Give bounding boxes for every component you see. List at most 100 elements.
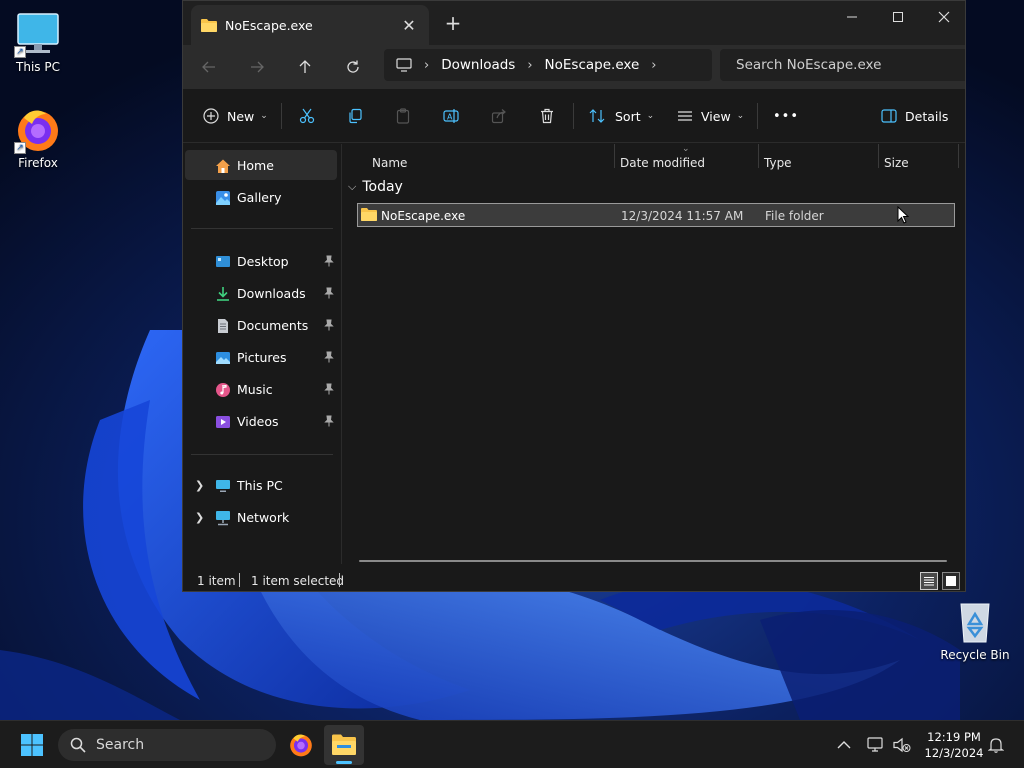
column-divider[interactable] — [958, 144, 959, 168]
download-icon — [215, 286, 231, 302]
tab-noescape[interactable]: NoEscape.exe ✕ — [191, 5, 429, 45]
chevron-right-icon[interactable]: › — [651, 58, 656, 73]
desktop-folder-icon — [215, 254, 231, 270]
notifications-button[interactable] — [986, 735, 1006, 755]
forward-button[interactable] — [245, 55, 269, 79]
search-box[interactable]: Search NoEscape.exe — [720, 49, 965, 81]
close-window-button[interactable] — [921, 1, 965, 33]
new-button[interactable]: New ⌄ — [203, 104, 268, 128]
sidebar-item-label: Videos — [237, 413, 279, 429]
sidebar-item-gallery[interactable]: Gallery — [185, 182, 337, 212]
refresh-button[interactable] — [341, 55, 365, 79]
column-divider[interactable] — [614, 144, 615, 168]
pin-icon[interactable] — [323, 287, 335, 299]
sidebar-item-documents[interactable]: Documents — [185, 310, 337, 340]
copy-button[interactable] — [347, 104, 363, 128]
cut-button[interactable] — [299, 104, 315, 128]
sidebar-item-home[interactable]: Home — [185, 150, 337, 180]
search-input[interactable]: Search NoEscape.exe — [736, 57, 881, 73]
sort-button[interactable]: Sort ⌄ — [589, 104, 654, 128]
horizontal-scrollbar[interactable] — [359, 560, 947, 562]
breadcrumb-noescape[interactable]: NoEscape.exe — [545, 57, 640, 73]
sort-chevron-icon: ⌄ — [682, 144, 690, 154]
speaker-muted-icon — [893, 737, 911, 753]
new-label: New — [227, 108, 255, 124]
desktop-icon-label: Firefox — [18, 156, 58, 170]
file-list: Name ⌄ Date modified Type Size ⌵ Today N… — [341, 144, 965, 564]
firefox-icon: ↗ — [14, 106, 62, 154]
column-header-name[interactable]: Name — [372, 156, 407, 170]
tiles-view-button[interactable] — [942, 572, 960, 590]
chevron-right-icon: › — [424, 57, 430, 73]
column-header-type[interactable]: Type — [764, 156, 792, 170]
sidebar-item-videos[interactable]: Videos — [185, 406, 337, 436]
taskbar-search[interactable]: Search — [58, 729, 276, 761]
paste-button[interactable] — [395, 104, 411, 128]
pin-icon[interactable] — [323, 383, 335, 395]
table-row[interactable]: NoEscape.exe 12/3/2024 11:57 AM File fol… — [357, 203, 955, 227]
breadcrumb-downloads[interactable]: Downloads — [441, 57, 515, 73]
desktop-icon-firefox[interactable]: ↗ Firefox — [0, 106, 76, 170]
taskbar-clock[interactable]: 12:19 PM 12/3/2024 — [916, 729, 992, 761]
share-button[interactable] — [491, 104, 507, 128]
maximize-button[interactable] — [875, 1, 921, 33]
chevron-right-icon[interactable]: › — [527, 58, 532, 73]
pin-icon[interactable] — [323, 415, 335, 427]
sidebar-item-downloads[interactable]: Downloads — [185, 278, 337, 308]
status-divider — [339, 573, 340, 587]
back-button[interactable] — [197, 55, 221, 79]
volume-button[interactable] — [892, 735, 912, 755]
music-icon — [215, 382, 231, 398]
sidebar-item-label: Home — [237, 157, 274, 173]
sidebar-item-desktop[interactable]: Desktop — [185, 246, 337, 276]
taskbar-search-label: Search — [96, 737, 145, 753]
network-status-button[interactable] — [866, 735, 886, 755]
title-bar: NoEscape.exe ✕ + — [183, 1, 965, 45]
delete-button[interactable] — [539, 104, 555, 128]
pin-icon[interactable] — [323, 319, 335, 331]
address-bar[interactable]: › Downloads › NoEscape.exe › — [384, 49, 712, 81]
file-date-modified: 12/3/2024 11:57 AM — [621, 209, 744, 223]
network-icon — [215, 510, 231, 526]
sidebar-item-pictures[interactable]: Pictures — [185, 342, 337, 372]
sidebar-item-music[interactable]: Music — [185, 374, 337, 404]
navigation-bar: › Downloads › NoEscape.exe › Search NoEs… — [183, 45, 965, 89]
rename-button[interactable]: A — [443, 104, 459, 128]
new-tab-button[interactable]: + — [441, 13, 465, 33]
details-view-button[interactable] — [920, 572, 938, 590]
chevron-right-icon[interactable]: ❯ — [195, 479, 204, 492]
clock-date: 12/3/2024 — [924, 746, 984, 760]
start-button[interactable] — [20, 733, 44, 757]
view-label: View — [701, 108, 731, 124]
sidebar-item-this-pc[interactable]: ❯ This PC — [185, 470, 337, 500]
tiles-view-icon — [946, 576, 956, 586]
column-divider[interactable] — [878, 144, 879, 168]
view-button[interactable]: View ⌄ — [677, 104, 744, 128]
taskbar-file-explorer[interactable] — [324, 725, 364, 765]
pin-icon[interactable] — [323, 351, 335, 363]
desktop-icon-recycle-bin[interactable]: Recycle Bin — [937, 598, 1013, 662]
sidebar-item-network[interactable]: ❯ Network — [185, 502, 337, 532]
sidebar-item-label: Pictures — [237, 349, 287, 365]
desktop-icon-this-pc[interactable]: ↗ This PC — [0, 10, 76, 74]
firefox-icon — [290, 734, 312, 757]
pin-icon[interactable] — [323, 255, 335, 267]
tab-close-button[interactable]: ✕ — [399, 16, 419, 35]
chevron-right-icon[interactable]: ❯ — [195, 511, 204, 524]
minimize-button[interactable] — [829, 1, 875, 33]
details-button[interactable]: Details — [881, 104, 948, 128]
column-header-date-modified[interactable]: Date modified — [620, 156, 705, 170]
taskbar-firefox[interactable] — [288, 732, 314, 758]
column-divider[interactable] — [758, 144, 759, 168]
windows-logo-icon — [21, 734, 43, 756]
more-options-button[interactable]: ••• — [773, 104, 799, 128]
group-header-today[interactable]: ⌵ Today — [348, 179, 403, 195]
up-button[interactable] — [293, 55, 317, 79]
computer-icon — [215, 478, 231, 494]
arrow-right-icon — [251, 61, 264, 73]
svg-text:A: A — [447, 113, 453, 122]
file-explorer-icon — [332, 734, 356, 755]
group-header-label: Today — [362, 179, 403, 195]
column-header-size[interactable]: Size — [884, 156, 909, 170]
show-hidden-icons-button[interactable] — [834, 735, 854, 755]
